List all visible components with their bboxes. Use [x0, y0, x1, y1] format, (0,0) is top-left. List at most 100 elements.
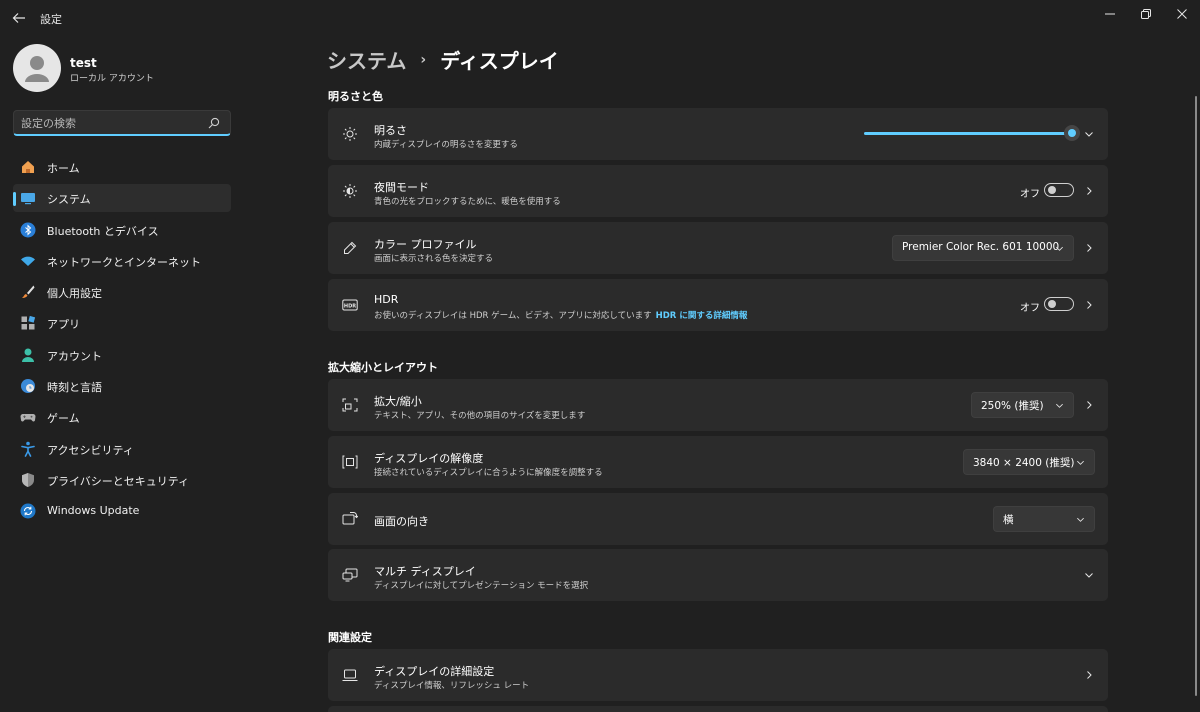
scrollbar[interactable]	[1195, 96, 1197, 696]
breadcrumb: システム › ディスプレイ	[327, 45, 559, 74]
hdr-card[interactable]: HDR HDR お使いのディスプレイは HDR ゲーム、ビデオ、アプリに対応して…	[328, 279, 1108, 331]
breadcrumb-separator: ›	[420, 51, 427, 68]
night-light-icon	[343, 184, 357, 198]
page-title: ディスプレイ	[440, 49, 559, 73]
hdr-state: オフ	[1020, 303, 1040, 314]
laptop-icon	[342, 669, 358, 681]
scale-icon	[342, 398, 358, 412]
chevron-right-icon[interactable]	[1084, 400, 1094, 410]
scale-title: 拡大/縮小	[374, 395, 422, 408]
sidebar-item-apps[interactable]: アプリ	[13, 309, 231, 337]
color-profile-dropdown[interactable]: Premier Color Rec. 601 10000	[892, 235, 1074, 261]
scale-dropdown[interactable]: 250% (推奨)	[971, 392, 1074, 418]
sidebar-item-label: アプリ	[47, 318, 80, 332]
hdr-desc-row: お使いのディスプレイは HDR ゲーム、ビデオ、アプリに対応しています HDR に…	[374, 309, 747, 321]
sidebar-item-label: 個人用設定	[47, 287, 102, 301]
sidebar-item-network[interactable]: ネットワークとインターネット	[13, 247, 231, 275]
search-icon[interactable]	[208, 117, 220, 129]
search-input[interactable]	[21, 115, 201, 131]
resolution-icon	[342, 455, 358, 469]
search-box[interactable]	[13, 110, 231, 136]
sidebar-item-privacy-security[interactable]: プライバシーとセキュリティ	[13, 466, 231, 494]
resolution-desc: 接続されているディスプレイに合うように解像度を調整する	[374, 468, 603, 478]
chevron-down-icon[interactable]	[1084, 570, 1094, 580]
brightness-slider-track	[864, 132, 1072, 135]
resolution-selected: 3840 × 2400 (推奨)	[973, 457, 1075, 469]
scale-desc: テキスト、アプリ、その他の項目のサイズを変更します	[374, 411, 586, 421]
night-light-toggle[interactable]	[1044, 183, 1074, 197]
hdr-icon: HDR	[342, 299, 358, 311]
bluetooth-icon	[20, 222, 36, 238]
sidebar-item-bluetooth[interactable]: Bluetooth とデバイス	[13, 216, 231, 244]
multi-display-card[interactable]: マルチ ディスプレイ ディスプレイに対してプレゼンテーション モードを選択	[328, 549, 1108, 601]
chevron-right-icon[interactable]	[1084, 243, 1094, 253]
multi-display-desc: ディスプレイに対してプレゼンテーション モードを選択	[374, 581, 589, 591]
brush-icon	[22, 285, 35, 299]
night-light-desc: 青色の光をブロックするために、暖色を使用する	[374, 197, 561, 207]
sidebar-item-label: ホーム	[47, 162, 80, 175]
night-light-card[interactable]: 夜間モード 青色の光をブロックするために、暖色を使用する オフ	[328, 165, 1108, 217]
brightness-desc: 内蔵ディスプレイの明るさを変更する	[374, 140, 518, 150]
chevron-right-icon[interactable]	[1084, 300, 1094, 310]
close-icon	[1177, 9, 1187, 19]
color-profile-desc: 画面に表示される色を決定する	[374, 254, 494, 264]
chevron-right-icon[interactable]	[1084, 186, 1094, 196]
avatar[interactable]	[13, 44, 61, 92]
sidebar-item-time-language[interactable]: 時刻と言語	[13, 372, 231, 400]
orientation-dropdown[interactable]: 横	[993, 506, 1095, 532]
section-title-brightness-color: 明るさと色	[328, 90, 383, 103]
resolution-card[interactable]: ディスプレイの解像度 接続されているディスプレイに合うように解像度を調整する 3…	[328, 436, 1108, 488]
eyedropper-icon	[344, 241, 357, 254]
system-icon	[21, 193, 35, 205]
next-card-partial[interactable]	[328, 706, 1108, 712]
color-profile-card[interactable]: カラー プロファイル 画面に表示される色を決定する Premier Color …	[328, 222, 1108, 274]
sidebar-item-system[interactable]: システム	[13, 184, 231, 213]
sidebar-item-label: 時刻と言語	[47, 381, 102, 395]
sidebar-nav: ホーム システム Bluetooth とデバイス ネットワークとインターネット …	[13, 153, 231, 529]
close-button[interactable]	[1168, 4, 1196, 24]
color-profile-title: カラー プロファイル	[374, 238, 477, 251]
hdr-desc: お使いのディスプレイは HDR ゲーム、ビデオ、アプリに対応しています	[374, 311, 652, 321]
advanced-display-card[interactable]: ディスプレイの詳細設定 ディスプレイ情報、リフレッシュ レート	[328, 649, 1108, 701]
brightness-slider-thumb[interactable]	[1064, 125, 1080, 141]
restore-button[interactable]	[1132, 4, 1160, 24]
home-icon	[22, 161, 34, 173]
minimize-button[interactable]	[1096, 4, 1124, 24]
sidebar-item-label: アカウント	[47, 349, 102, 363]
sidebar-item-personalization[interactable]: 個人用設定	[13, 278, 231, 306]
section-title-scale-layout: 拡大縮小とレイアウト	[328, 361, 438, 374]
scale-card[interactable]: 拡大/縮小 テキスト、アプリ、その他の項目のサイズを変更します 250% (推奨…	[328, 379, 1108, 431]
chevron-right-icon[interactable]	[1084, 670, 1094, 680]
hdr-toggle[interactable]	[1044, 297, 1074, 311]
sidebar-item-gaming[interactable]: ゲーム	[13, 403, 231, 431]
accessibility-icon	[21, 441, 35, 457]
sidebar-item-home[interactable]: ホーム	[13, 153, 231, 181]
orientation-card[interactable]: 画面の向き 横	[328, 493, 1108, 545]
apps-icon	[21, 316, 36, 330]
user-name: test	[70, 56, 97, 70]
brightness-slider[interactable]	[864, 125, 1080, 141]
hdr-learn-more-link[interactable]: HDR に関する詳細情報	[656, 311, 748, 321]
svg-text:HDR: HDR	[344, 303, 356, 309]
scale-selected: 250% (推奨)	[981, 400, 1044, 412]
sun-icon	[343, 127, 357, 141]
sidebar-item-windows-update[interactable]: Windows Update	[13, 497, 231, 525]
chevron-down-icon	[1056, 246, 1063, 251]
orientation-selected: 横	[1003, 514, 1014, 526]
chevron-down-icon[interactable]	[1084, 129, 1094, 139]
sidebar-item-label: プライバシーとセキュリティ	[47, 474, 190, 488]
back-button[interactable]	[10, 9, 28, 27]
advanced-display-title: ディスプレイの詳細設定	[374, 665, 495, 678]
gamepad-icon	[20, 414, 36, 422]
breadcrumb-parent[interactable]: システム	[327, 45, 406, 74]
sidebar-item-accounts[interactable]: アカウント	[13, 341, 231, 369]
section-title-related: 関連設定	[328, 631, 372, 644]
chevron-down-icon	[1077, 460, 1084, 465]
hdr-title: HDR	[374, 293, 399, 306]
brightness-card[interactable]: 明るさ 内蔵ディスプレイの明るさを変更する	[328, 108, 1108, 160]
shield-icon	[22, 472, 34, 487]
resolution-dropdown[interactable]: 3840 × 2400 (推奨)	[963, 449, 1095, 475]
sidebar-item-accessibility[interactable]: アクセシビリティ	[13, 435, 231, 463]
windows-update-icon	[20, 503, 36, 519]
night-light-state: オフ	[1020, 189, 1040, 200]
